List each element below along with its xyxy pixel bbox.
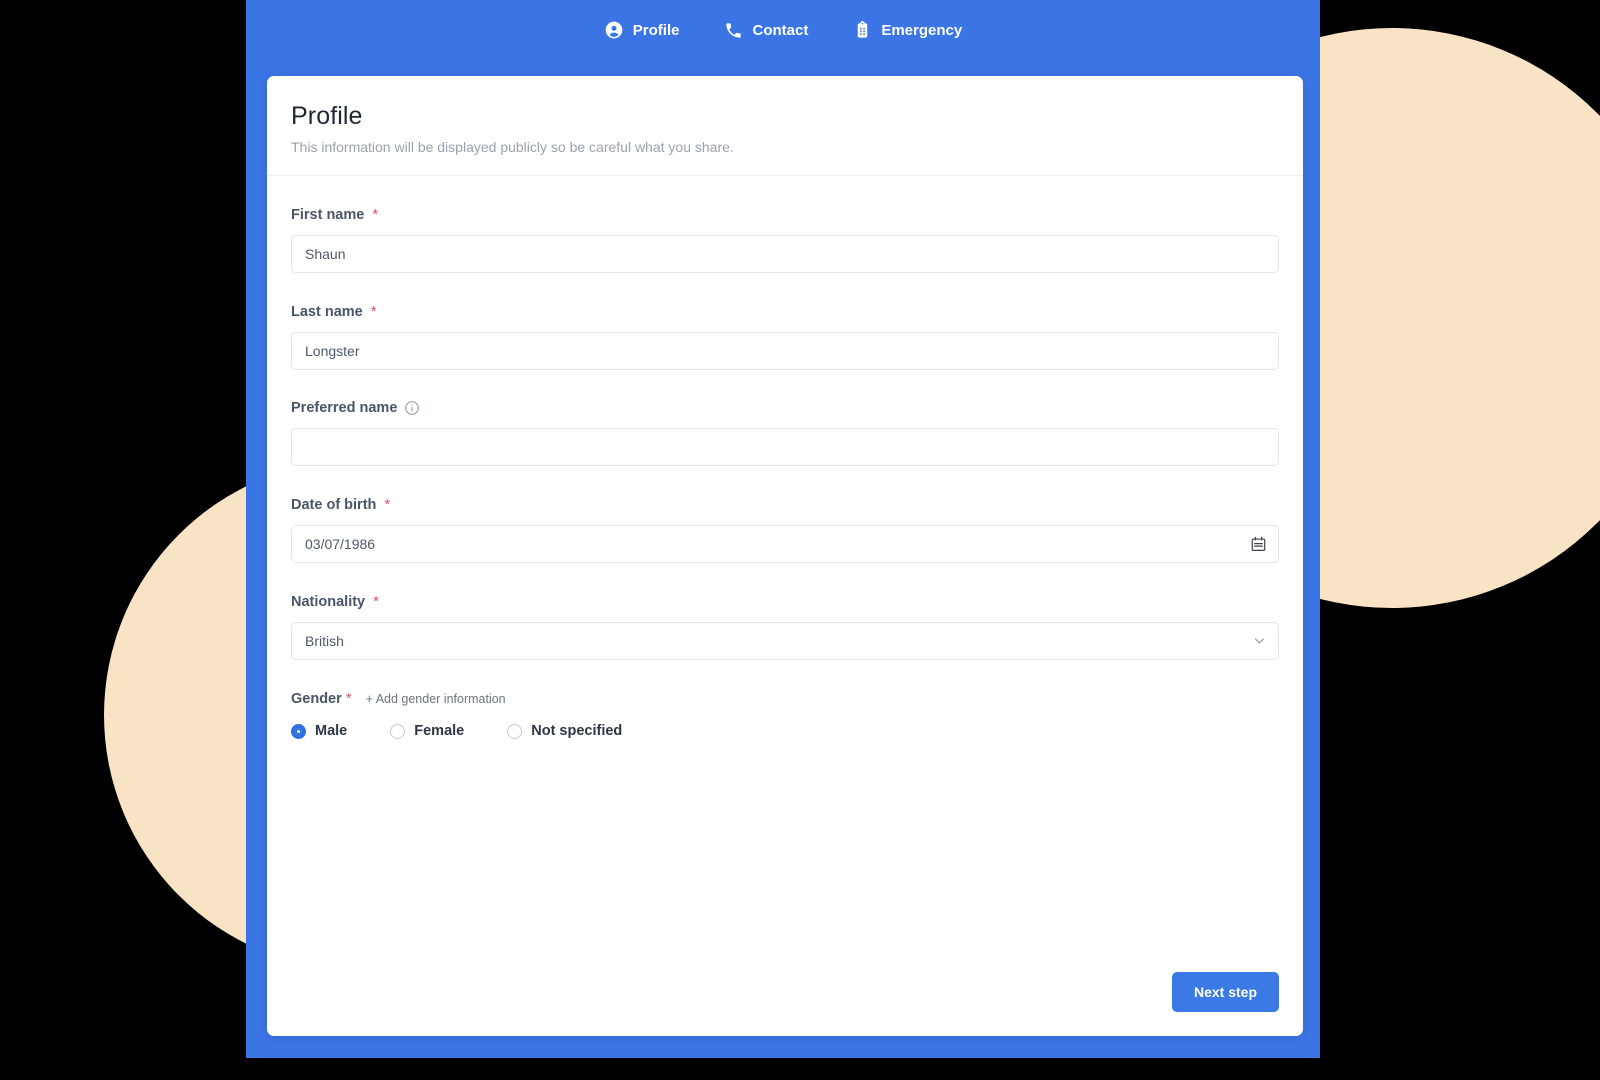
first-name-input[interactable] [291, 235, 1279, 273]
next-step-button[interactable]: Next step [1172, 972, 1279, 1012]
nationality-select[interactable] [291, 622, 1279, 660]
last-name-input[interactable] [291, 332, 1279, 370]
required-marker: * [346, 690, 352, 707]
first-name-label: First name [291, 207, 364, 223]
radio-indicator[interactable] [390, 724, 405, 739]
radio-indicator[interactable] [291, 724, 306, 739]
last-name-label: Last name [291, 304, 363, 320]
gender-label: Gender [291, 691, 342, 707]
nav-item-label: Emergency [881, 22, 962, 39]
nationality-label-row: Nationality * [291, 593, 1279, 610]
clipboard-icon [852, 20, 872, 40]
nav-item-profile[interactable]: Profile [604, 20, 680, 40]
gender-label-row: Gender * + Add gender information [291, 690, 1279, 707]
nav-item-label: Contact [752, 22, 808, 39]
radio-indicator[interactable] [507, 724, 522, 739]
page-subtitle: This information will be displayed publi… [291, 139, 1279, 155]
date-of-birth-label-row: Date of birth * [291, 496, 1279, 513]
preferred-name-label: Preferred name [291, 400, 397, 416]
top-navigation: Profile Contact Emergency [246, 0, 1320, 60]
required-marker: * [384, 496, 390, 513]
preferred-name-input[interactable] [291, 428, 1279, 466]
app-page: Profile Contact Emergency [246, 0, 1320, 1058]
page-title: Profile [291, 102, 1279, 131]
screen: Profile Contact Emergency [0, 0, 1600, 1080]
field-date-of-birth: Date of birth * [291, 496, 1279, 563]
profile-form: First name * Last name * [267, 176, 1303, 739]
last-name-input-wrap [291, 332, 1279, 370]
nationality-label: Nationality [291, 594, 365, 610]
date-of-birth-input[interactable] [291, 525, 1279, 563]
date-of-birth-input-wrap [291, 525, 1279, 563]
gender-option-label: Male [315, 723, 347, 739]
nav-item-emergency[interactable]: Emergency [852, 20, 962, 40]
required-marker: * [371, 303, 377, 320]
card-header: Profile This information will be display… [267, 76, 1303, 176]
required-marker: * [372, 206, 378, 223]
gender-option-not-specified[interactable]: Not specified [507, 723, 622, 739]
add-gender-information-link[interactable]: + Add gender information [366, 692, 506, 706]
field-first-name: First name * [291, 206, 1279, 273]
field-last-name: Last name * [291, 303, 1279, 370]
profile-card: Profile This information will be display… [267, 76, 1303, 1036]
field-nationality: Nationality * [291, 593, 1279, 660]
info-circle-icon[interactable] [404, 400, 420, 416]
first-name-label-row: First name * [291, 206, 1279, 223]
gender-option-label: Not specified [531, 723, 622, 739]
field-preferred-name: Preferred name [291, 400, 1279, 466]
nationality-select-wrap [291, 622, 1279, 660]
phone-icon [723, 20, 743, 40]
gender-option-female[interactable]: Female [390, 723, 464, 739]
date-of-birth-label: Date of birth [291, 497, 376, 513]
gender-radio-group: Male Female Not specified [291, 723, 1279, 739]
nav-item-contact[interactable]: Contact [723, 20, 808, 40]
preferred-name-input-wrap [291, 428, 1279, 466]
field-gender: Gender * + Add gender information Male F… [291, 690, 1279, 739]
preferred-name-label-row: Preferred name [291, 400, 1279, 416]
gender-option-label: Female [414, 723, 464, 739]
person-circle-icon [604, 20, 624, 40]
first-name-input-wrap [291, 235, 1279, 273]
required-marker: * [373, 593, 379, 610]
gender-option-male[interactable]: Male [291, 723, 347, 739]
card-footer: Next step [1172, 972, 1279, 1012]
last-name-label-row: Last name * [291, 303, 1279, 320]
nav-item-label: Profile [633, 22, 680, 39]
